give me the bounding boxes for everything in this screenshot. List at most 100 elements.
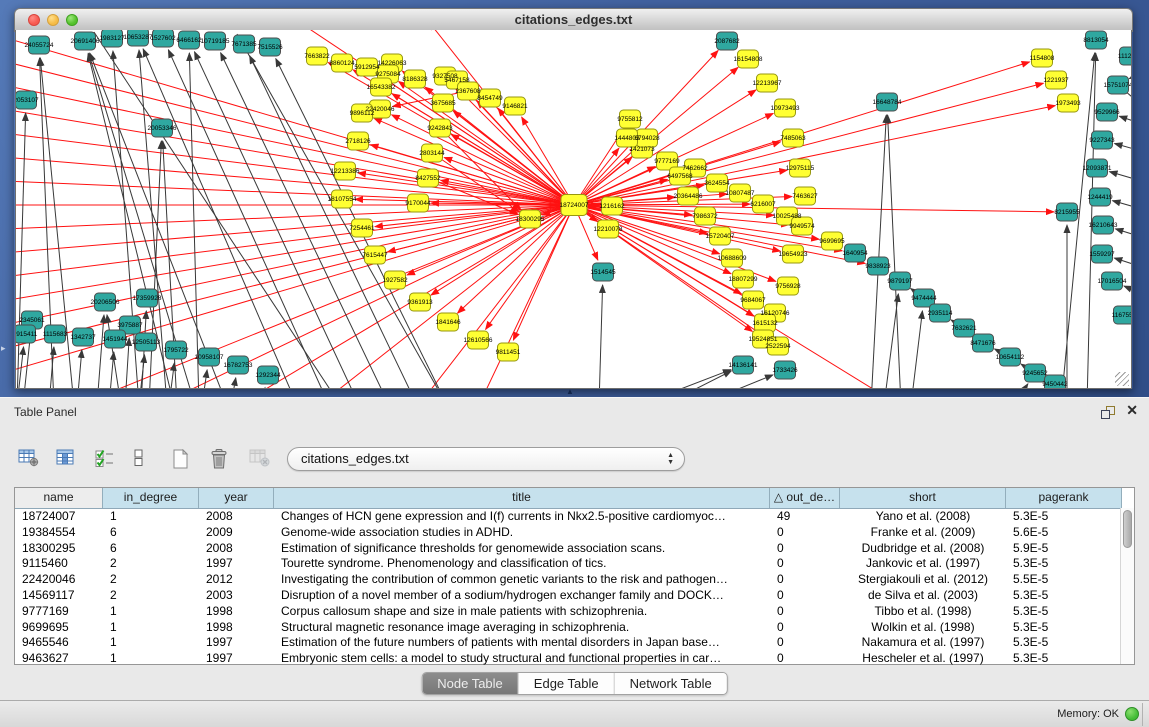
collapse-arrow-icon[interactable]: ▸ xyxy=(1,343,6,354)
table-cell-pagerank[interactable]: 5.3E-5 xyxy=(1006,620,1122,636)
table-cell-year[interactable]: 2008 xyxy=(199,541,274,557)
table-cell-title[interactable]: Estimation of the future numbers of pati… xyxy=(274,635,770,651)
table-cell-in_degree[interactable]: 1 xyxy=(103,620,199,636)
graph-edge[interactable] xyxy=(639,370,731,388)
table-cell-pagerank[interactable]: 5.9E-5 xyxy=(1006,541,1122,557)
table-cell-year[interactable]: 2009 xyxy=(199,525,274,541)
table-row[interactable]: 946554611997Estimation of the future num… xyxy=(15,635,1134,651)
table-cell-year[interactable]: 1997 xyxy=(199,556,274,572)
table-cell-year[interactable]: 1997 xyxy=(199,651,274,667)
graph-edge[interactable] xyxy=(16,205,574,355)
table-row[interactable]: 1830029562008Estimation of significance … xyxy=(15,541,1134,557)
table-cell-short[interactable]: Jankovic et al. (1997) xyxy=(840,556,1006,572)
table-row[interactable]: 969969511998Structural magnetic resonanc… xyxy=(15,620,1134,636)
table-cell-pagerank[interactable]: 5.3E-5 xyxy=(1006,651,1122,667)
table-cell-title[interactable]: Structural magnetic resonance image aver… xyxy=(274,620,770,636)
window-titlebar[interactable]: citations_edges.txt xyxy=(14,8,1133,32)
table-cell-in_degree[interactable]: 1 xyxy=(103,651,199,667)
graph-edge[interactable] xyxy=(1115,143,1131,152)
float-panel-button[interactable] xyxy=(1101,406,1115,419)
table-settings-button[interactable] xyxy=(16,445,42,471)
graph-edge[interactable] xyxy=(1129,70,1131,79)
column-header-title[interactable]: title xyxy=(274,488,770,508)
table-cell-out_degree[interactable]: 0 xyxy=(770,604,840,620)
delete-table-button[interactable] xyxy=(208,445,234,471)
table-cell-year[interactable]: 1998 xyxy=(199,604,274,620)
table-cell-name[interactable]: 9777169 xyxy=(15,604,103,620)
table-cell-out_degree[interactable]: 0 xyxy=(770,525,840,541)
table-cell-title[interactable]: Investigating the contribution of common… xyxy=(274,572,770,588)
graph-edge[interactable] xyxy=(17,113,26,388)
graph-edge[interactable] xyxy=(1119,116,1131,125)
graph-edge[interactable] xyxy=(231,378,236,388)
unselect-all-columns-button[interactable] xyxy=(131,445,157,471)
graph-edge[interactable] xyxy=(239,205,574,388)
table-cell-out_degree[interactable]: 0 xyxy=(770,556,840,572)
table-row[interactable]: 1938455462009Genome-wide association stu… xyxy=(15,525,1134,541)
table-row[interactable]: 977716911998Corpus callosum shape and si… xyxy=(15,604,1134,620)
table-cell-pagerank[interactable]: 5.3E-5 xyxy=(1006,588,1122,604)
column-header-name[interactable]: name xyxy=(15,488,103,508)
table-cell-year[interactable]: 1997 xyxy=(199,635,274,651)
table-cell-title[interactable]: Embryonic stem cells: a model to study s… xyxy=(274,651,770,667)
table-cell-out_degree[interactable]: 0 xyxy=(770,635,840,651)
table-row[interactable]: 2242004622012Investigating the contribut… xyxy=(15,572,1134,588)
table-cell-year[interactable]: 2008 xyxy=(199,509,274,525)
resize-grip[interactable] xyxy=(1115,372,1129,386)
graph-edge[interactable] xyxy=(88,54,174,388)
tab-network-table[interactable]: Network Table xyxy=(615,673,727,694)
graph-edge[interactable] xyxy=(1014,384,1028,388)
graph-edge[interactable] xyxy=(97,315,104,388)
table-cell-pagerank[interactable]: 5.6E-5 xyxy=(1006,525,1122,541)
graph-edge[interactable] xyxy=(169,363,174,388)
network-canvas[interactable]: 1872400718300295766382288601245912954142… xyxy=(15,30,1132,389)
graph-edge[interactable] xyxy=(479,205,574,388)
table-cell-short[interactable]: Yano et al. (2008) xyxy=(840,509,1006,525)
table-cell-pagerank[interactable]: 5.3E-5 xyxy=(1006,509,1122,525)
graph-edge[interactable] xyxy=(1109,172,1131,182)
network-graph[interactable]: 1872400718300295766382288601245912954142… xyxy=(16,30,1131,388)
table-cell-out_degree[interactable]: 49 xyxy=(770,509,840,525)
table-cell-out_degree[interactable]: 0 xyxy=(770,620,840,636)
table-cell-name[interactable]: 14569117 xyxy=(15,588,103,604)
table-cell-pagerank[interactable]: 5.5E-5 xyxy=(1006,572,1122,588)
close-panel-button[interactable]: ✕ xyxy=(1126,402,1138,419)
table-cell-pagerank[interactable]: 5.3E-5 xyxy=(1006,635,1122,651)
graph-edge[interactable] xyxy=(94,32,337,388)
graph-edge[interactable] xyxy=(871,115,886,388)
table-cell-in_degree[interactable]: 6 xyxy=(103,541,199,557)
show-columns-button[interactable] xyxy=(54,445,80,471)
table-cell-short[interactable]: Wolkin et al. (1998) xyxy=(840,620,1006,636)
column-header-pagerank[interactable]: pagerank xyxy=(1006,488,1122,508)
scrollbar-thumb[interactable] xyxy=(1123,510,1132,548)
graph-edge[interactable] xyxy=(1114,258,1131,268)
graph-edge[interactable] xyxy=(1115,229,1131,238)
graph-edge[interactable] xyxy=(599,285,603,388)
splitter-handle[interactable]: ▲ xyxy=(566,388,574,396)
table-row[interactable]: 946362711997Embryonic stem cells: a mode… xyxy=(15,651,1134,667)
graph-edge[interactable] xyxy=(202,370,207,388)
table-cell-in_degree[interactable]: 1 xyxy=(103,635,199,651)
graph-edge[interactable] xyxy=(911,311,922,388)
tab-edge-table[interactable]: Edge Table xyxy=(519,673,615,694)
table-row[interactable]: 911546021997Tourette syndrome. Phenomeno… xyxy=(15,556,1134,572)
table-cell-name[interactable]: 9699695 xyxy=(15,620,103,636)
table-cell-in_degree[interactable]: 1 xyxy=(103,604,199,620)
table-cell-title[interactable]: Tourette syndrome. Phenomenology and cla… xyxy=(274,556,770,572)
select-all-columns-button[interactable] xyxy=(93,445,119,471)
column-header-year[interactable]: year xyxy=(199,488,274,508)
table-cell-title[interactable]: Estimation of significance thresholds fo… xyxy=(274,541,770,557)
table-cell-name[interactable]: 9463627 xyxy=(15,651,103,667)
graph-edge[interactable] xyxy=(1112,201,1131,210)
tab-node-table[interactable]: Node Table xyxy=(422,673,519,694)
table-cell-pagerank[interactable]: 5.3E-5 xyxy=(1006,556,1122,572)
table-cell-short[interactable]: Stergiakouli et al. (2012) xyxy=(840,572,1006,588)
table-cell-year[interactable]: 1998 xyxy=(199,620,274,636)
new-table-button[interactable] xyxy=(170,445,196,471)
table-cell-title[interactable]: Changes of HCN gene expression and I(f) … xyxy=(274,509,770,525)
table-row[interactable]: 1872400712008Changes of HCN gene express… xyxy=(15,509,1134,525)
column-header-out_degree[interactable]: △ out_de… xyxy=(770,488,840,508)
table-cell-name[interactable]: 19384554 xyxy=(15,525,103,541)
table-cell-short[interactable]: Hescheler et al. (1997) xyxy=(840,651,1006,667)
table-cell-in_degree[interactable]: 2 xyxy=(103,556,199,572)
